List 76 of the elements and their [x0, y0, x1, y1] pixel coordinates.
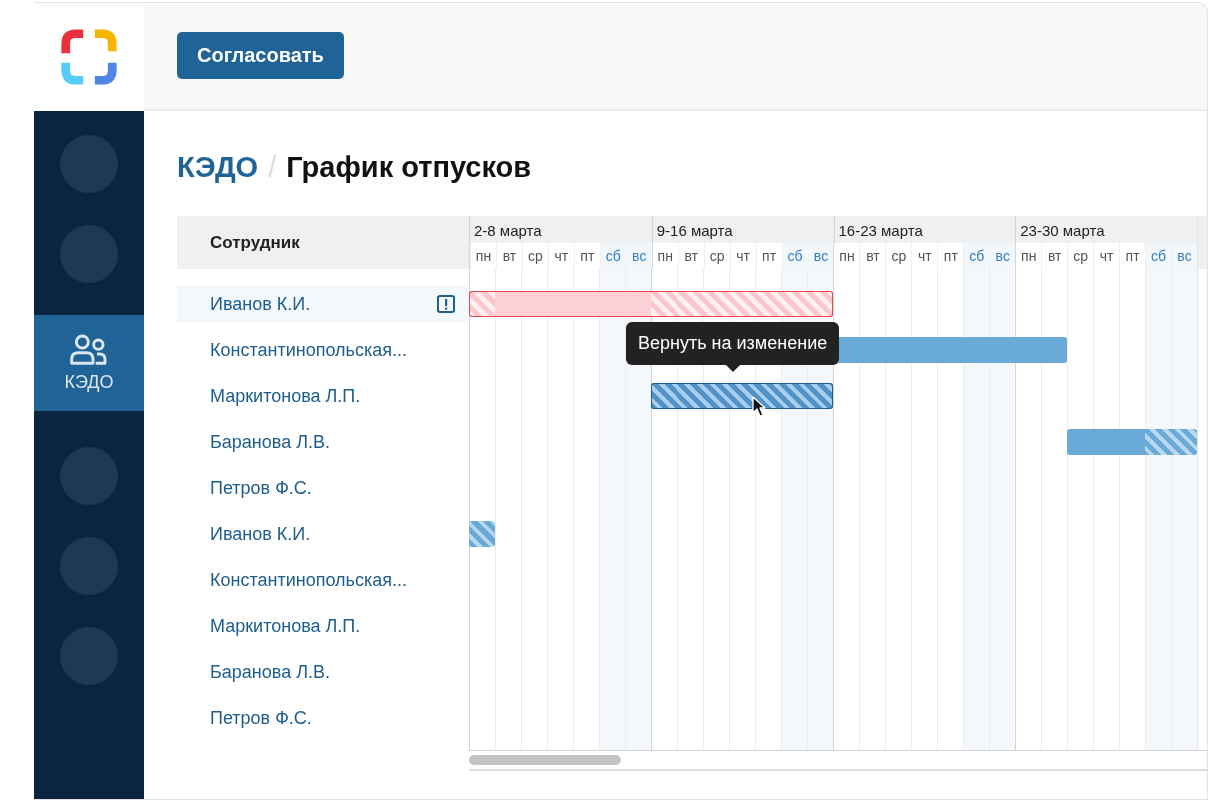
day-header: чт: [547, 243, 574, 269]
day-header: чт: [729, 243, 756, 269]
timeline-cell[interactable]: [469, 511, 495, 557]
cursor-icon: [752, 396, 766, 418]
day-header: ср: [885, 243, 912, 269]
day-header: пт: [755, 243, 782, 269]
employee-name-link[interactable]: Баранова Л.В.: [210, 431, 330, 453]
day-header: вс: [989, 243, 1016, 269]
timeline-cell[interactable]: [651, 373, 677, 419]
timeline-cell[interactable]: [1041, 327, 1067, 373]
timeline-cell[interactable]: [1119, 419, 1145, 465]
day-header: вт: [495, 243, 522, 269]
day-header: сб: [1145, 243, 1172, 269]
tooltip: Вернуть на изменение: [626, 322, 840, 372]
scrollbar-thumb[interactable]: [469, 755, 621, 765]
vacation-day[interactable]: [755, 383, 781, 409]
employee-name-link[interactable]: Маркитонова Л.П.: [210, 615, 361, 637]
employee-name-link[interactable]: Константинопольская...: [210, 339, 407, 361]
employee-name-link[interactable]: Иванов К.И.: [210, 523, 311, 545]
breadcrumb-separator: /: [268, 151, 277, 184]
day-header: вт: [1041, 243, 1068, 269]
employee-name-link[interactable]: Константинопольская...: [210, 569, 407, 591]
employee-name-link[interactable]: Петров Ф.С.: [210, 707, 312, 729]
timeline-cell[interactable]: [885, 327, 911, 373]
timeline-cell[interactable]: [781, 695, 807, 750]
timeline-cell[interactable]: [963, 695, 989, 750]
day-header: вт: [677, 243, 704, 269]
employee-name-link[interactable]: Иванов К.И.: [210, 293, 311, 315]
timeline-cell[interactable]: [911, 327, 937, 373]
timeline-cell[interactable]: [989, 695, 1015, 750]
day-header: вс: [807, 243, 834, 269]
day-header: ср: [521, 243, 548, 269]
vacation-day[interactable]: [650, 383, 677, 409]
day-header: чт: [911, 243, 938, 269]
timeline-cell[interactable]: [469, 269, 495, 327]
timeline-cell[interactable]: [807, 695, 833, 750]
day-header: пн: [833, 243, 860, 269]
day-header: пн: [1015, 243, 1042, 269]
timeline-cell[interactable]: [599, 695, 625, 750]
day-header: сб: [599, 243, 626, 269]
day-header: вс: [1171, 243, 1197, 269]
day-header: пт: [573, 243, 600, 269]
day-header: ср: [703, 243, 730, 269]
timeline-cell[interactable]: [859, 327, 885, 373]
day-header: пн: [470, 243, 496, 269]
timeline-cell[interactable]: [573, 269, 599, 327]
approve-button[interactable]: Согласовать: [177, 32, 344, 79]
page-title: График отпусков: [286, 151, 532, 184]
nav-item[interactable]: КЭДО: [34, 315, 144, 411]
timeline-cell[interactable]: [495, 269, 521, 327]
timeline-cell[interactable]: [677, 373, 703, 419]
timeline-cell[interactable]: [521, 269, 547, 327]
timeline-cell[interactable]: [729, 373, 755, 419]
day-header: сб: [781, 243, 808, 269]
employee-name-link[interactable]: Баранова Л.В.: [210, 661, 330, 683]
timeline-cell[interactable]: [1093, 419, 1119, 465]
timeline-cell[interactable]: [703, 373, 729, 419]
employee-name-link[interactable]: Петров Ф.С.: [210, 477, 312, 499]
day-header: вт: [859, 243, 886, 269]
timeline-cell[interactable]: [1171, 695, 1197, 750]
week-header: 2-8 марта: [473, 221, 543, 241]
timeline-cell[interactable]: [937, 327, 963, 373]
timeline-cell[interactable]: [1015, 327, 1041, 373]
timeline-cell[interactable]: [547, 269, 573, 327]
logo-icon: [58, 26, 120, 88]
day-header: чт: [1093, 243, 1120, 269]
day-header: пн: [651, 243, 678, 269]
column-header: Сотрудник: [177, 216, 469, 269]
day-header: ср: [1067, 243, 1094, 269]
employee-name-link[interactable]: Маркитонова Л.П.: [210, 385, 361, 407]
timeline-cell[interactable]: [1145, 695, 1171, 750]
timeline-cell[interactable]: [1067, 419, 1093, 465]
day-header: вс: [625, 243, 652, 269]
breadcrumb-link[interactable]: КЭДО: [177, 151, 259, 184]
day-header: сб: [963, 243, 990, 269]
timeline-cell[interactable]: [625, 695, 651, 750]
